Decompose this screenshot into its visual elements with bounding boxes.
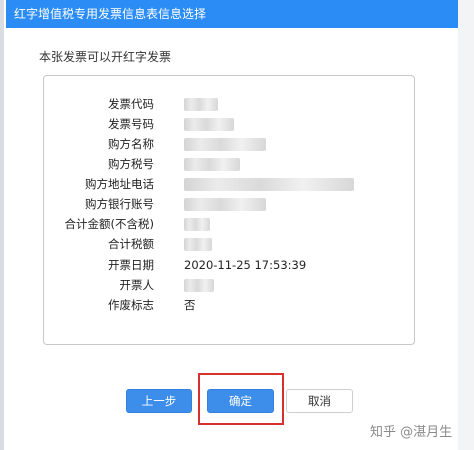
field-label: 合计金额(不含税): [64, 217, 154, 231]
field-label: 合计税额: [108, 237, 154, 251]
field-row-buyer-tax-id: 购方税号: [44, 155, 414, 174]
confirm-button[interactable]: 确定: [207, 389, 274, 413]
field-label: 开票人: [119, 278, 155, 292]
field-row-void-flag: 作废标志 否: [44, 296, 414, 315]
dialog-title-bar: 红字增值税专用发票信息表信息选择: [6, 0, 458, 28]
previous-step-button[interactable]: 上一步: [126, 389, 192, 413]
watermark-text: 知乎 @湛月生: [370, 425, 453, 440]
redacted-value: [184, 98, 218, 111]
field-row-total-amount: 合计金额(不含税): [44, 215, 414, 234]
redacted-value: [184, 138, 266, 151]
redacted-value: [184, 218, 210, 231]
invoice-info-panel: 发票代码 发票号码 购方名称 购方税号 购方地址电话 购方银行账号 合计金额(不…: [43, 75, 415, 345]
field-row-invoice-number: 发票号码: [44, 115, 414, 134]
field-label: 购方税号: [108, 157, 154, 171]
dialog-title: 红字增值税专用发票信息表信息选择: [14, 7, 207, 21]
redacted-value: [184, 279, 214, 292]
redacted-value: [184, 198, 266, 211]
field-row-buyer-name: 购方名称: [44, 135, 414, 154]
field-label: 发票代码: [108, 97, 154, 111]
invoice-selection-dialog: 红字增值税专用发票信息表信息选择 本张发票可以开红字发票 发票代码 发票号码 购…: [6, 0, 458, 450]
field-label: 购方地址电话: [85, 177, 154, 191]
eligibility-notice: 本张发票可以开红字发票: [39, 50, 172, 64]
field-row-buyer-bank-account: 购方银行账号: [44, 195, 414, 214]
field-row-invoice-code: 发票代码: [44, 95, 414, 114]
redacted-value: [184, 158, 240, 171]
issue-date-value: 2020-11-25 17:53:39: [184, 258, 307, 272]
redacted-value: [184, 178, 354, 191]
field-row-issuer: 开票人: [44, 276, 414, 295]
void-flag-value: 否: [184, 298, 196, 312]
field-label: 开票日期: [108, 258, 154, 272]
field-label: 购方名称: [108, 137, 154, 151]
background-window-edge: [0, 0, 4, 450]
field-row-buyer-address-phone: 购方地址电话: [44, 175, 414, 194]
field-label: 发票号码: [108, 117, 154, 131]
field-label: 作废标志: [108, 298, 154, 312]
cancel-button[interactable]: 取消: [286, 389, 353, 413]
background-window-strip: [458, 0, 474, 450]
redacted-value: [184, 238, 212, 251]
field-row-total-tax: 合计税额: [44, 235, 414, 254]
field-row-issue-date: 开票日期 2020-11-25 17:53:39: [44, 256, 414, 275]
redacted-value: [184, 118, 234, 131]
field-label: 购方银行账号: [85, 197, 154, 211]
